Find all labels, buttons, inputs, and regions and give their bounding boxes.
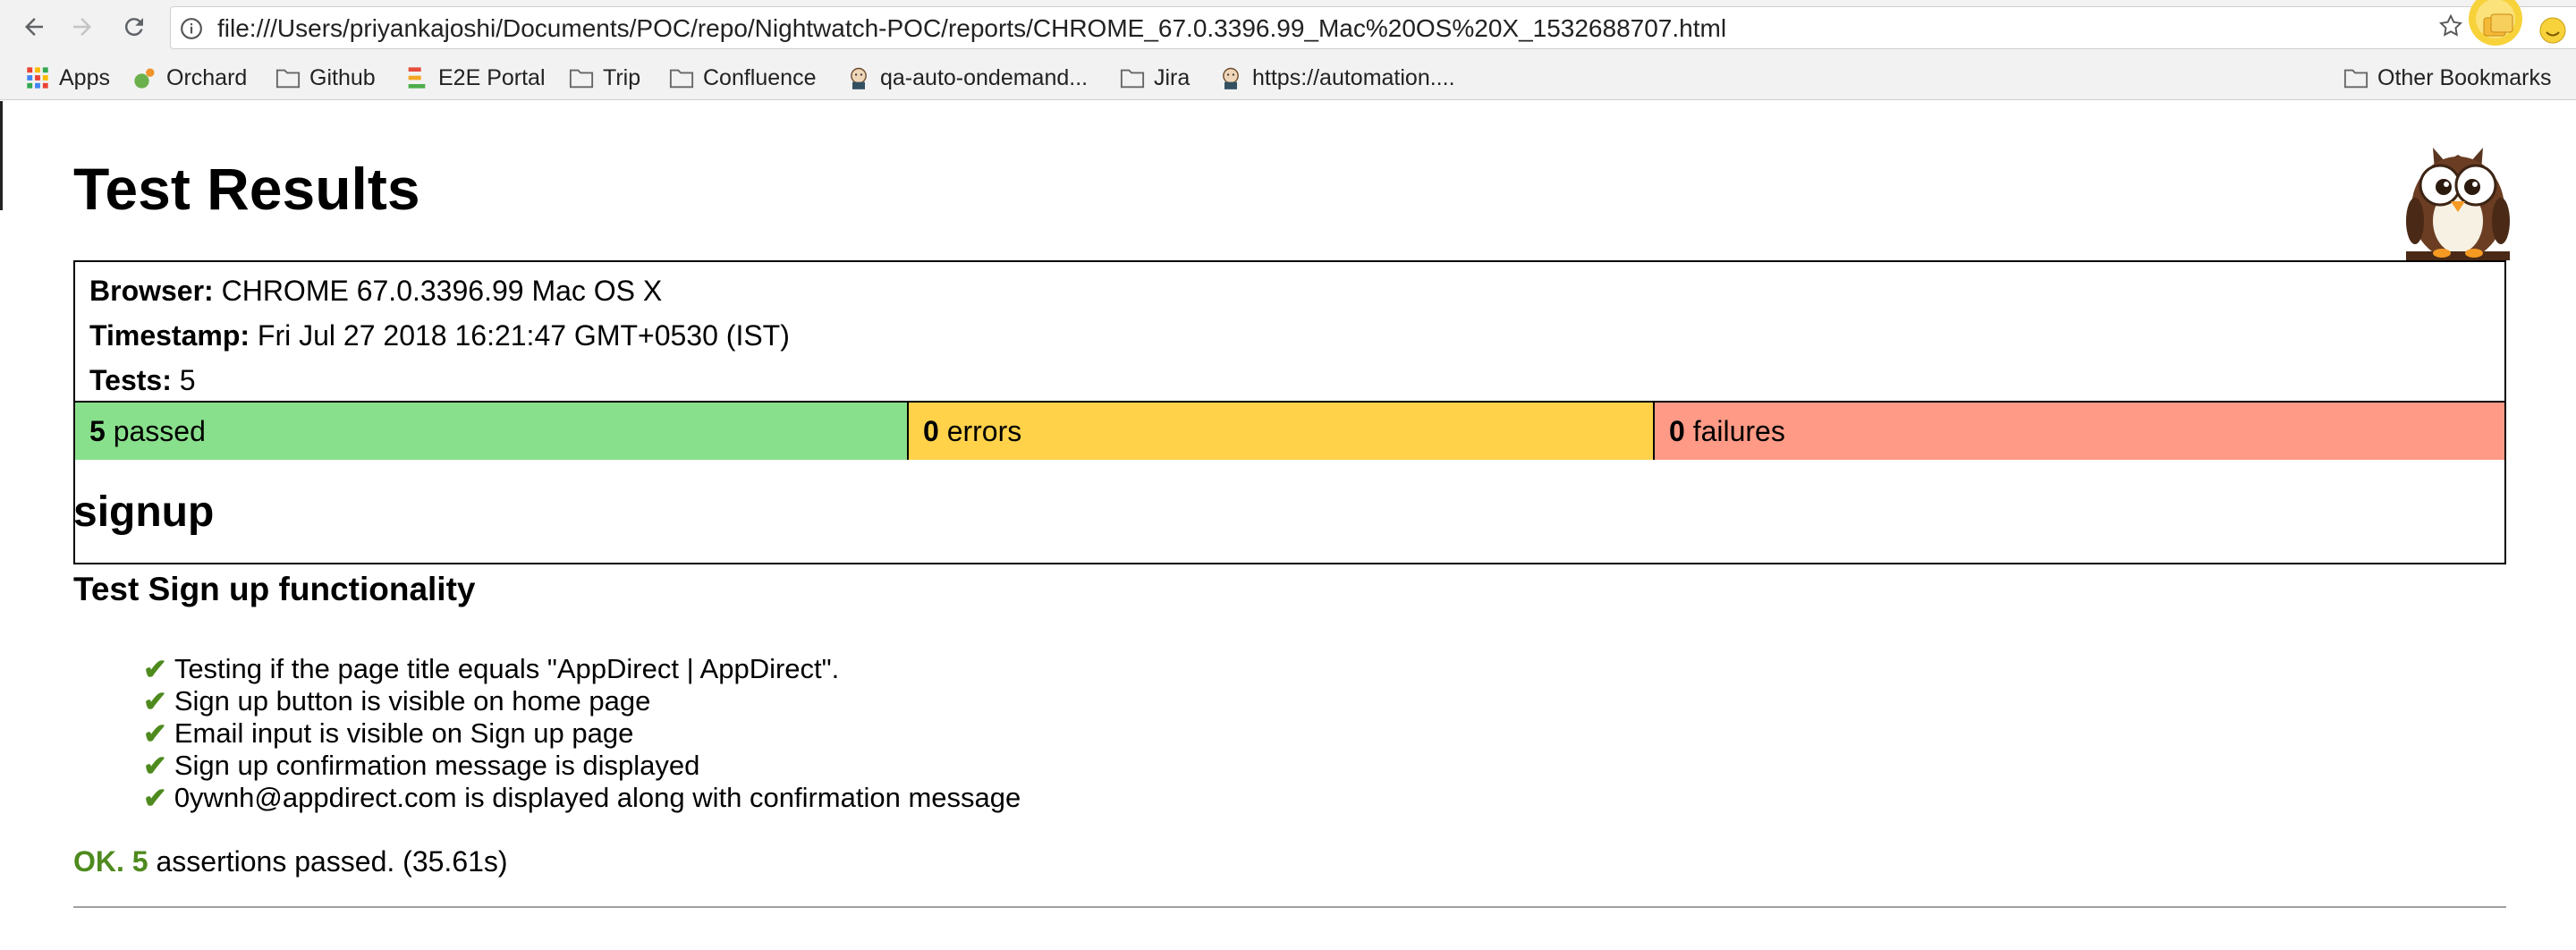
bookmark-star-icon[interactable] — [2437, 13, 2464, 39]
result-text: assertions passed. (35.61s) — [156, 845, 508, 878]
bookmark-orchard[interactable]: Orchard — [132, 55, 247, 100]
checkmark-icon: ✔ — [143, 750, 167, 782]
bookmark-label: qa-auto-ondemand... — [880, 64, 1089, 90]
folder-icon — [275, 69, 301, 89]
passed-count: 5 — [89, 415, 106, 447]
assertion-list: ✔ Testing if the page title equals "AppD… — [143, 653, 1021, 814]
page-title: Test Results — [73, 156, 420, 222]
passed-stat: 5 passed — [75, 403, 909, 460]
bookmark-apps[interactable]: Apps — [25, 55, 110, 100]
assertion-item: ✔ Testing if the page title equals "AppD… — [143, 653, 1021, 685]
assertion-text: Testing if the page title equals "AppDir… — [174, 653, 840, 684]
bookmark-github[interactable]: Github — [275, 55, 376, 100]
bookmark-e2e-portal[interactable]: E2E Portal — [404, 55, 546, 100]
result-count: 5 — [131, 845, 148, 878]
bookmark-label: Other Bookmarks — [2377, 64, 2552, 90]
summary-box: Browser: CHROME 67.0.3396.99 Mac OS X Ti… — [73, 260, 2506, 564]
apps-grid-icon — [27, 67, 48, 89]
forward-button[interactable] — [64, 9, 100, 45]
failures-label: failures — [1692, 415, 1785, 447]
bookmark-label: https://automation.... — [1252, 64, 1455, 90]
browser-info: Browser: CHROME 67.0.3396.99 Mac OS X — [89, 273, 662, 309]
bookmark-label: Trip — [603, 64, 641, 90]
extension-icons — [2415, 0, 2576, 55]
bookmark-label: Orchard — [166, 64, 248, 90]
browser-toolbar: file:///Users/priyankajoshi/Documents/PO… — [0, 0, 2576, 55]
result-summary: OK. 5 assertions passed. (35.61s) — [73, 844, 508, 879]
bookmark-automation[interactable]: https://automation.... — [1218, 55, 1455, 100]
folder-icon — [2343, 69, 2368, 89]
bookmark-label: E2E Portal — [438, 64, 546, 90]
failures-count: 0 — [1669, 415, 1685, 447]
divider — [73, 906, 2506, 908]
assertion-text: Sign up button is visible on home page — [174, 685, 651, 717]
stats-bar: 5 passed 0 errors 0 failures — [75, 401, 2504, 460]
timestamp-info: Timestamp: Fri Jul 27 2018 16:21:47 GMT+… — [89, 318, 790, 353]
folder-icon — [669, 69, 694, 89]
address-bar[interactable]: file:///Users/priyankajoshi/Documents/PO… — [170, 6, 2576, 49]
errors-label: errors — [946, 415, 1022, 447]
back-button[interactable] — [16, 9, 52, 45]
test-title: Test Sign up functionality — [73, 571, 476, 607]
reload-icon — [124, 18, 143, 37]
url-text: file:///Users/priyankajoshi/Documents/PO… — [217, 14, 1727, 42]
tests-value: 5 — [179, 364, 196, 396]
browser-value: CHROME 67.0.3396.99 Mac OS X — [221, 275, 663, 307]
bookmark-confluence[interactable]: Confluence — [669, 55, 816, 100]
module-title: signup — [73, 488, 215, 536]
window-edge — [0, 101, 3, 210]
folder-icon — [569, 69, 594, 89]
nightwatch-owl-icon — [2406, 148, 2510, 260]
bookmark-label: Jira — [1154, 64, 1191, 90]
timestamp-value: Fri Jul 27 2018 16:21:47 GMT+0530 (IST) — [257, 319, 790, 352]
jenkins-icon — [851, 67, 867, 89]
errors-count: 0 — [923, 415, 939, 447]
bookmark-label: Github — [309, 64, 376, 90]
failures-stat: 0 failures — [1655, 403, 2504, 460]
checkmark-icon: ✔ — [143, 653, 167, 685]
bookmark-label: Apps — [59, 64, 110, 90]
extension-cards-icon[interactable] — [2482, 13, 2518, 43]
browser-label: Browser: — [89, 275, 214, 307]
errors-stat: 0 errors — [909, 403, 1655, 460]
extension-smiley-icon[interactable] — [2538, 16, 2567, 45]
bookmark-label: Confluence — [703, 64, 817, 90]
e2e-portal-icon — [408, 67, 426, 89]
assertion-item: ✔ Email input is visible on Sign up page — [143, 717, 1021, 750]
timestamp-label: Timestamp: — [89, 319, 250, 352]
report-page: Test Results Browser: CHROME 67.0.3396.9… — [0, 101, 2576, 950]
passed-label: passed — [113, 415, 206, 447]
back-arrow-icon — [25, 18, 43, 36]
assertion-item: ✔ Sign up button is visible on home page — [143, 685, 1021, 717]
checkmark-icon: ✔ — [143, 717, 167, 750]
bookmarks-bar: Apps Orchard Github E2E Portal Trip Conf… — [0, 55, 2576, 100]
bookmark-trip[interactable]: Trip — [569, 55, 640, 100]
jenkins-icon — [1223, 67, 1239, 89]
assertion-text: Email input is visible on Sign up page — [174, 717, 634, 749]
result-ok: OK. — [73, 845, 124, 878]
reload-button[interactable] — [116, 9, 152, 45]
checkmark-icon: ✔ — [143, 685, 167, 717]
info-icon[interactable] — [180, 17, 203, 40]
tests-label: Tests: — [89, 364, 172, 396]
bookmark-other-bookmarks[interactable]: Other Bookmarks — [2343, 55, 2552, 100]
assertion-text: Sign up confirmation message is displaye… — [174, 750, 700, 781]
tests-info: Tests: 5 — [89, 362, 196, 398]
bookmark-jira[interactable]: Jira — [1120, 55, 1190, 100]
bookmark-qa-auto-ondemand[interactable]: qa-auto-ondemand... — [846, 55, 1088, 100]
folder-icon — [1120, 69, 1145, 89]
checkmark-icon: ✔ — [143, 782, 167, 814]
forward-arrow-icon — [73, 18, 91, 36]
assertion-text: 0ywnh@appdirect.com is displayed along w… — [174, 782, 1021, 813]
assertion-item: ✔ Sign up confirmation message is displa… — [143, 750, 1021, 782]
orchard-icon — [134, 68, 155, 89]
assertion-item: ✔ 0ywnh@appdirect.com is displayed along… — [143, 782, 1021, 814]
